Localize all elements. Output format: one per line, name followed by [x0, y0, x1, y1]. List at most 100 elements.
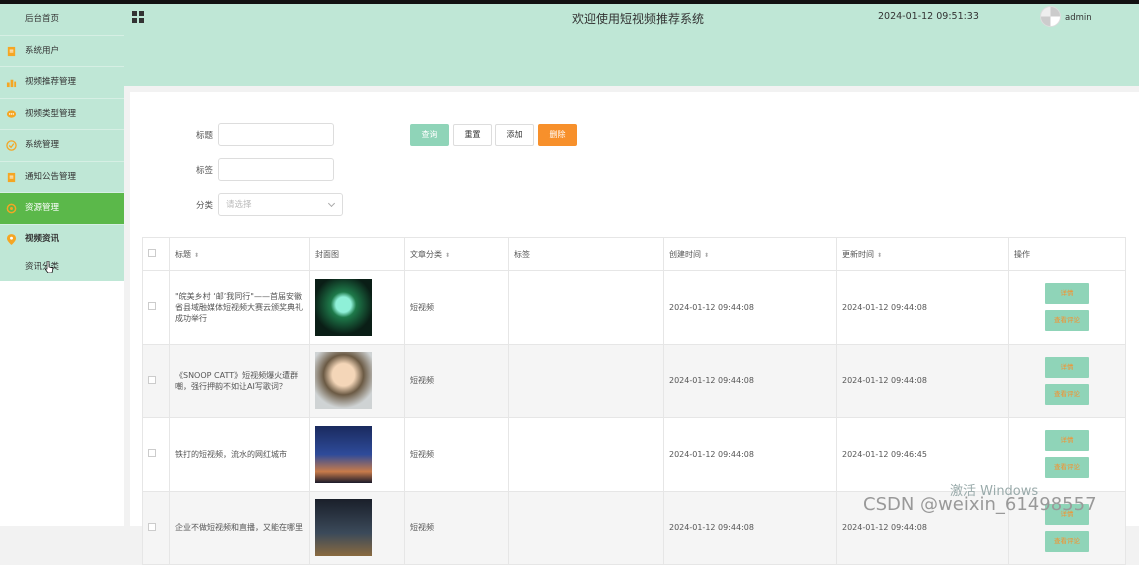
sidebar: 后台首页 系统用户 视频推荐管理 视频类型管理 系统管理 通知公告管理 资源管理… [0, 4, 124, 526]
select-all-cell[interactable] [142, 237, 170, 271]
tag-filter-label: 标签 [196, 166, 214, 176]
row-tag [508, 270, 664, 345]
row-created: 2024-01-12 09:44:08 [663, 490, 837, 565]
column-label: 操作 [1014, 249, 1030, 259]
document-icon [7, 46, 16, 56]
search-button[interactable]: 查询 [410, 124, 449, 146]
column-label: 标签 [514, 249, 530, 259]
row-category: 短视频 [404, 490, 509, 565]
main-panel: 标题 标签 分类 请选择 查询 重置 添加 删除 标题 ⬍ 封面图 文章分类 ⬍ 标… [130, 92, 1139, 565]
column-header-tag: 标签 [508, 237, 664, 271]
sidebar-item-video-type[interactable]: 视频类型管理 [0, 98, 124, 130]
column-header-cover: 封面图 [309, 237, 405, 271]
row-tag [508, 490, 664, 565]
row-checkbox[interactable] [148, 302, 156, 311]
row-title: 《SNOOP CATT》短视频爆火遭群嘲，强行押韵不如让AI写歌词？ [169, 343, 310, 418]
add-button[interactable]: 添加 [495, 124, 534, 146]
sidebar-item-label: 视频推荐管理 [25, 77, 77, 87]
avatar[interactable] [1040, 6, 1061, 27]
row-title: 铁打的短视频，流水的网红城市 [169, 417, 310, 492]
column-label: 文章分类 [410, 249, 442, 259]
sidebar-subgroup-video-news[interactable]: 视频资讯 [0, 224, 124, 253]
sidebar-item-label: 系统用户 [25, 45, 60, 56]
mouse-cursor-icon [45, 261, 53, 273]
column-header-title[interactable]: 标题 ⬍ [169, 237, 310, 271]
view-comments-button[interactable]: 查看评论 [1045, 383, 1089, 405]
title-filter-label: 标题 [196, 131, 214, 141]
header: 欢迎使用短视频推荐系统 2024-01-12 09:51:33 admin [124, 4, 1139, 86]
cover-image [315, 352, 372, 410]
location-pin-icon [7, 234, 16, 245]
row-checkbox[interactable] [148, 449, 156, 458]
sidebar-item-label: 后台首页 [25, 14, 60, 24]
sort-icon[interactable]: ⬍ [877, 252, 882, 259]
check-circle-icon [6, 140, 17, 151]
table-row: 《SNOOP CATT》短视频爆火遭群嘲，强行押韵不如让AI写歌词？ 短视频 2… [142, 343, 1126, 418]
row-title: 企业不做短视频和直播，又能在哪里 [169, 490, 310, 565]
category-select[interactable]: 请选择 [218, 193, 343, 216]
row-category: 短视频 [404, 417, 509, 492]
sort-icon[interactable]: ⬍ [445, 252, 450, 259]
view-comments-button[interactable]: 查看评论 [1045, 530, 1089, 552]
row-checkbox[interactable] [148, 375, 156, 384]
sidebar-item-label: 资源管理 [25, 203, 60, 213]
sort-icon[interactable]: ⬍ [704, 252, 709, 259]
column-header-created[interactable]: 创建时间 ⬍ [663, 237, 837, 271]
detail-button[interactable]: 详情 [1045, 356, 1089, 378]
row-tag [508, 417, 664, 492]
table-header-row: 标题 ⬍ 封面图 文章分类 ⬍ 标签 创建时间 ⬍ 更新时间 ⬍ 操作 [142, 237, 1126, 271]
sidebar-item-label: 视频类型管理 [25, 108, 77, 119]
category-filter-label: 分类 [196, 201, 214, 211]
reset-button[interactable]: 重置 [453, 124, 492, 146]
row-checkbox[interactable] [148, 522, 156, 531]
view-comments-button[interactable]: 查看评论 [1045, 457, 1089, 479]
column-label: 封面图 [315, 249, 339, 259]
sidebar-item-notice[interactable]: 通知公告管理 [0, 161, 124, 193]
row-created: 2024-01-12 09:44:08 [663, 270, 837, 345]
detail-button[interactable]: 详情 [1045, 430, 1089, 452]
csdn-watermark: CSDN @weixin_61498557 [863, 494, 1097, 515]
chevron-down-icon [327, 199, 336, 208]
view-comments-button[interactable]: 查看评论 [1045, 310, 1089, 332]
cover-image [315, 425, 372, 483]
delete-button[interactable]: 删除 [538, 124, 577, 146]
gear-icon [6, 203, 17, 214]
detail-button[interactable]: 详情 [1045, 283, 1089, 305]
sort-icon[interactable]: ⬍ [194, 252, 199, 259]
sidebar-item-users[interactable]: 系统用户 [0, 35, 124, 67]
column-label: 创建时间 [669, 249, 701, 259]
site-title: 欢迎使用短视频推荐系统 [572, 12, 705, 26]
sidebar-item-resources[interactable]: 资源管理 [0, 193, 124, 225]
category-select-placeholder: 请选择 [226, 200, 252, 210]
sidebar-item-label: 资讯分类 [25, 261, 60, 272]
row-title: "皖美乡村 ‘邮’我同行"——首届安徽省县域融媒体短视频大赛云颁奖典礼成功举行 [169, 270, 310, 345]
sidebar-item-video-recommend[interactable]: 视频推荐管理 [0, 67, 124, 99]
sidebar-item-label: 通知公告管理 [25, 171, 77, 182]
column-header-category[interactable]: 文章分类 ⬍ [404, 237, 509, 271]
row-created: 2024-01-12 09:44:08 [663, 343, 837, 418]
row-category: 短视频 [404, 270, 509, 345]
column-header-updated[interactable]: 更新时间 ⬍ [836, 237, 1009, 271]
cover-image [315, 499, 372, 557]
sidebar-item-label: 系统管理 [25, 140, 60, 150]
tag-input[interactable] [218, 158, 334, 181]
news-table: 标题 ⬍ 封面图 文章分类 ⬍ 标签 创建时间 ⬍ 更新时间 ⬍ 操作 "皖美乡村 ‘邮… [142, 237, 1126, 565]
username[interactable]: admin [1065, 13, 1092, 23]
menu-grid-icon[interactable] [132, 11, 144, 23]
sidebar-subgroup-label: 视频资讯 [25, 233, 60, 244]
select-all-checkbox[interactable] [148, 249, 156, 257]
sidebar-item-news-category[interactable]: 资讯分类 [0, 252, 124, 281]
row-tag [508, 343, 664, 418]
document-icon [7, 172, 16, 182]
row-created: 2024-01-12 09:44:08 [663, 417, 837, 492]
column-header-actions: 操作 [1008, 237, 1126, 271]
row-category: 短视频 [404, 343, 509, 418]
column-label: 标题 [175, 249, 191, 259]
column-label: 更新时间 [842, 249, 874, 259]
chat-icon [6, 109, 17, 118]
title-input[interactable] [218, 123, 334, 146]
cover-image [315, 278, 372, 336]
sidebar-item-home[interactable]: 后台首页 [0, 4, 124, 36]
chart-icon [6, 79, 17, 88]
sidebar-item-system[interactable]: 系统管理 [0, 130, 124, 162]
